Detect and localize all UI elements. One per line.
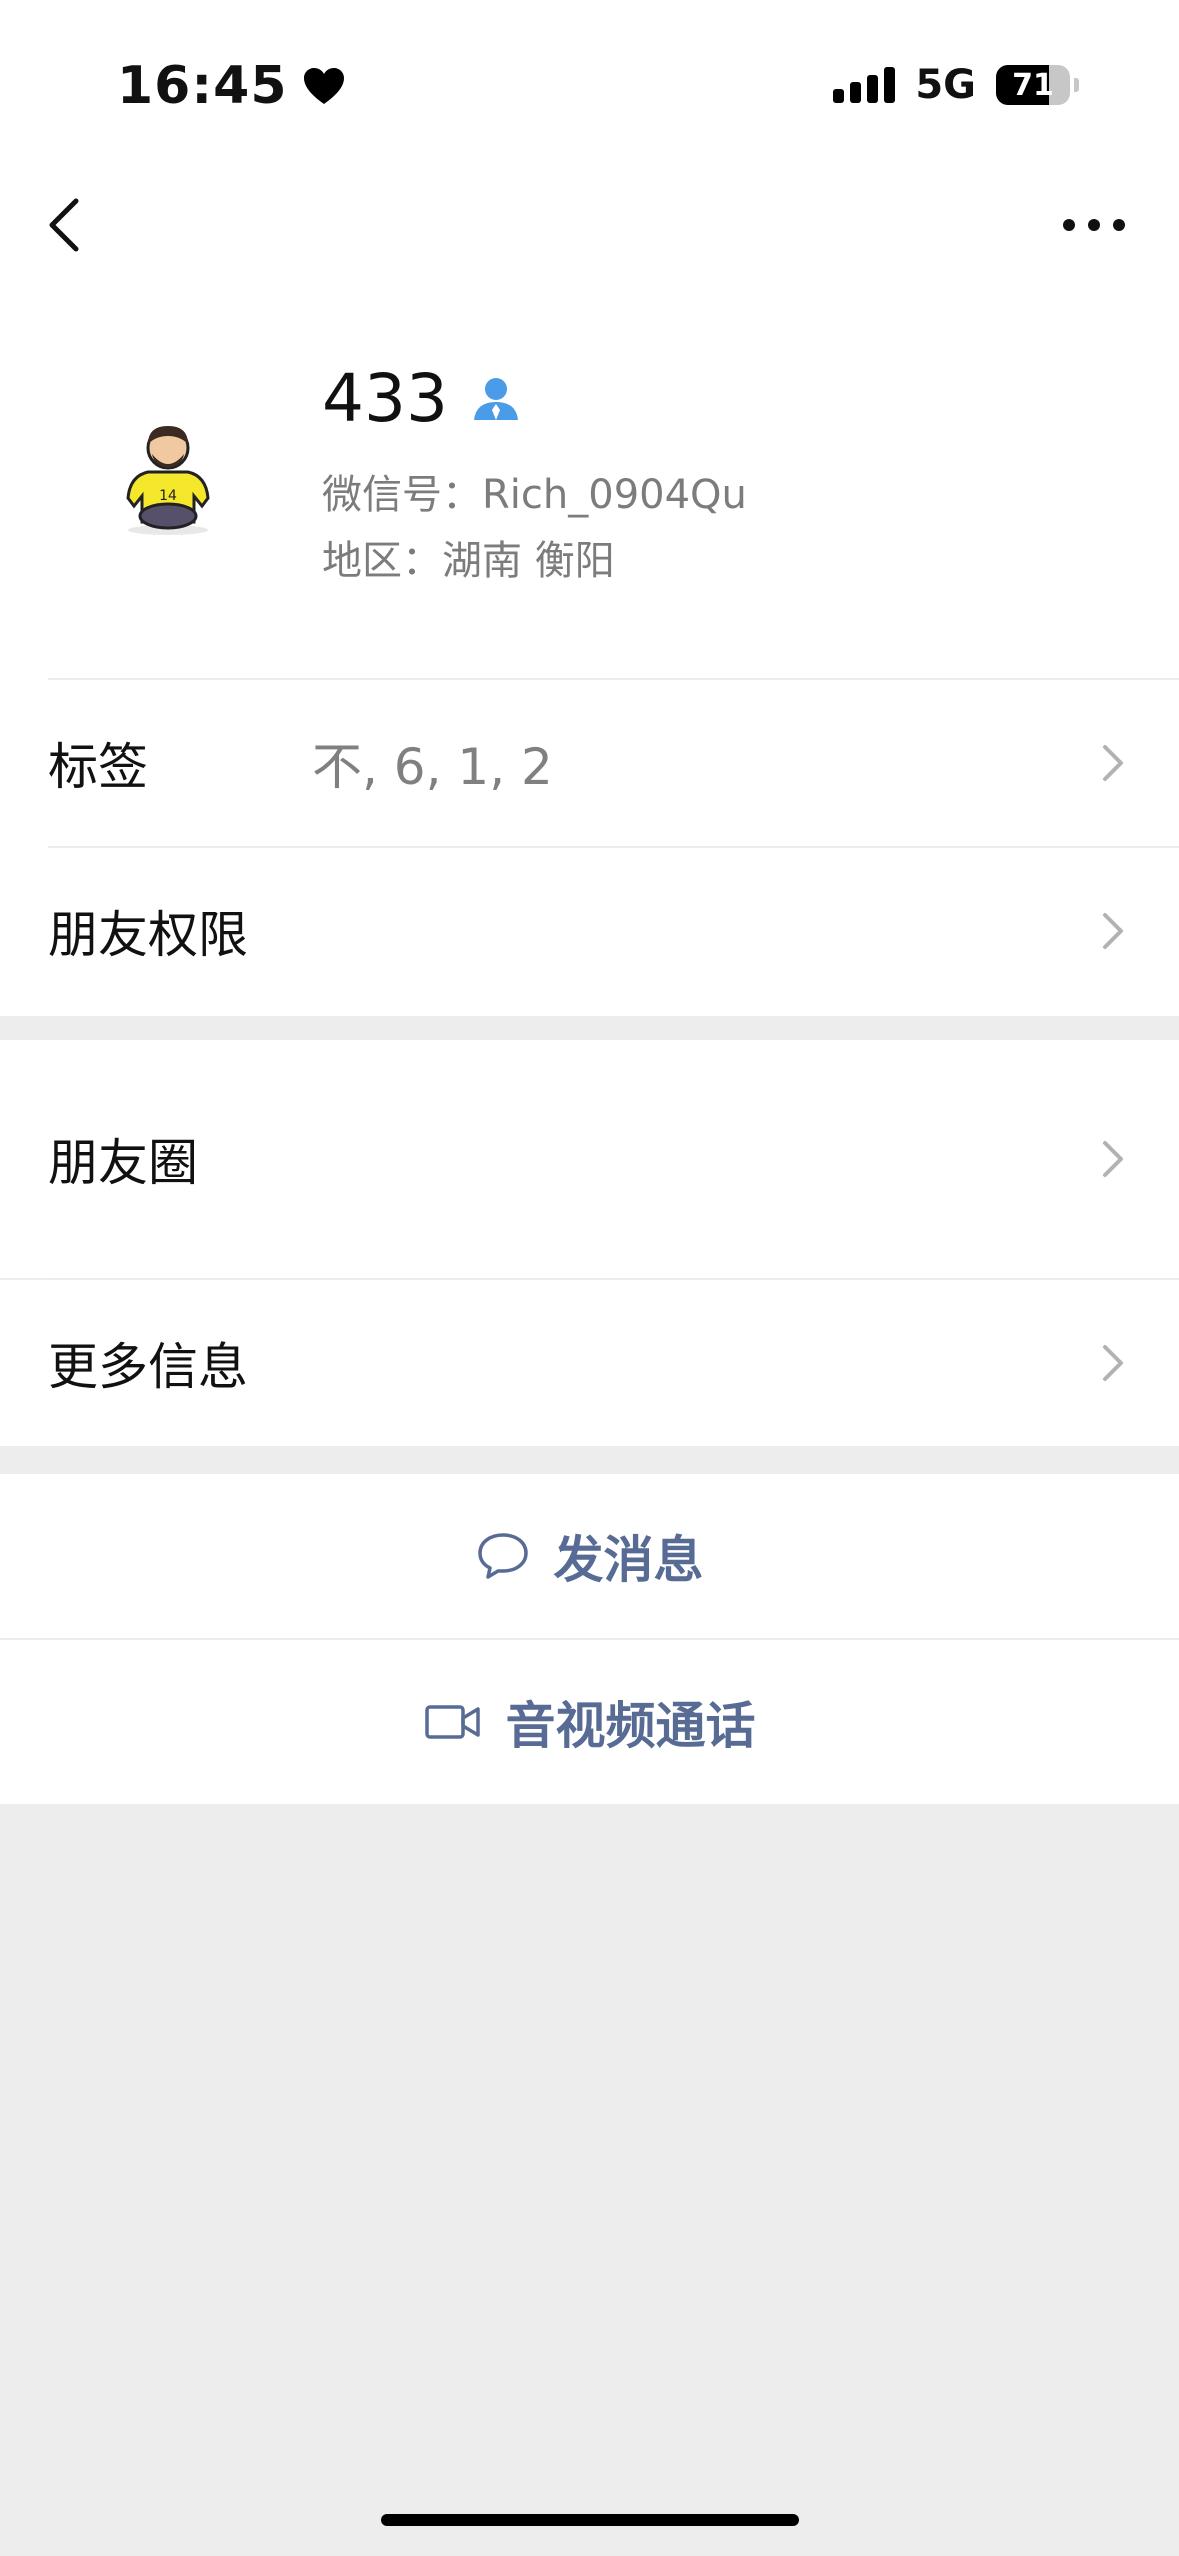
- contact-name: 433: [322, 360, 520, 437]
- chevron-right-icon: [1103, 745, 1123, 781]
- avatar[interactable]: 14: [118, 418, 218, 538]
- person-icon: [473, 377, 518, 420]
- moments-label: 朋友圈: [48, 1134, 198, 1192]
- contact-name-text: 433: [322, 360, 448, 437]
- more-button[interactable]: [1059, 200, 1129, 250]
- video-camera-icon: [424, 1705, 480, 1739]
- section-gap: [0, 1016, 1179, 1040]
- more-info-row[interactable]: 更多信息: [0, 1280, 1179, 1446]
- battery-cap: [1074, 78, 1079, 92]
- battery-icon: 71: [996, 65, 1070, 105]
- chevron-right-icon: [1103, 913, 1123, 949]
- section-gap: [0, 1446, 1179, 1474]
- heart-icon: [303, 68, 344, 104]
- moments-row[interactable]: 朋友圈: [0, 1040, 1179, 1278]
- friend-permissions-label: 朋友权限: [48, 906, 248, 964]
- svg-text:14: 14: [159, 488, 177, 504]
- chevron-right-icon: [1103, 1345, 1123, 1381]
- friend-permissions-row[interactable]: 朋友权限: [0, 848, 1179, 1014]
- region: 地区：湖南 衡阳: [322, 538, 615, 584]
- send-message-label: 发消息: [553, 1531, 704, 1589]
- back-button[interactable]: [40, 195, 90, 255]
- video-call-label: 音视频通话: [505, 1697, 756, 1755]
- avatar-illustration: 14: [126, 426, 210, 535]
- more-info-label: 更多信息: [48, 1338, 248, 1396]
- status-time: 16:45: [117, 56, 346, 116]
- chevron-right-icon: [1103, 1141, 1123, 1177]
- home-indicator[interactable]: [381, 2514, 799, 2526]
- send-message-button[interactable]: 发消息: [0, 1474, 1179, 1638]
- more-horizontal-icon: [1063, 219, 1125, 231]
- tags-label: 标签: [48, 738, 148, 796]
- chevron-left-icon: [49, 198, 79, 252]
- network-type: 5G: [915, 62, 976, 108]
- battery-level: 71: [1012, 67, 1054, 103]
- video-call-button[interactable]: 音视频通话: [0, 1640, 1179, 1804]
- status-indicators: 5G 71: [833, 62, 1079, 108]
- tags-value: 不, 6, 1, 2: [312, 738, 553, 796]
- chat-bubble-icon: [477, 1533, 528, 1579]
- signal-icon: [833, 67, 896, 103]
- tags-row[interactable]: 标签 不, 6, 1, 2: [0, 680, 1179, 846]
- status-time-text: 16:45: [117, 56, 288, 116]
- wechat-id: 微信号：Rich_0904Qu: [322, 472, 747, 518]
